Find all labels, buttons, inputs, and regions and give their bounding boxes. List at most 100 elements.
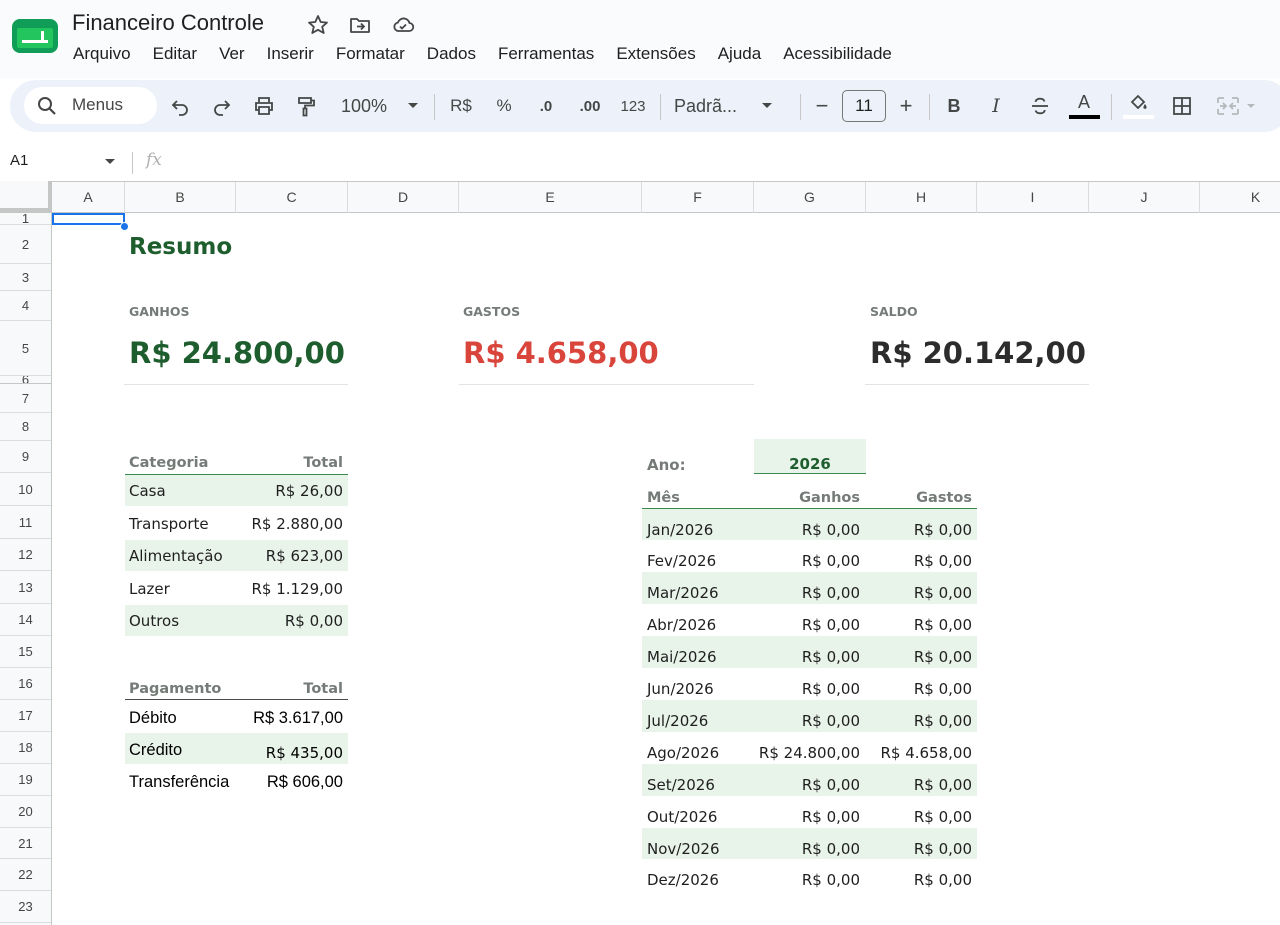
row-header-2[interactable]: 2 (0, 225, 51, 264)
mensal-ganhos: R$ 0,00 (801, 616, 860, 634)
row-header-20[interactable]: 20 (0, 796, 51, 828)
fill-color-icon (1130, 94, 1147, 110)
hidden-row-marker[interactable] (0, 376, 51, 384)
font-family-select[interactable]: Padrã... (674, 90, 784, 122)
undo-button[interactable] (168, 90, 192, 122)
move-to-folder-icon[interactable] (348, 13, 372, 37)
mensal-mes: Abr/2026 (647, 616, 717, 634)
row-header-12[interactable]: 12 (0, 539, 51, 571)
cloud-saved-icon[interactable] (391, 13, 415, 37)
row-header-4[interactable]: 4 (0, 291, 51, 321)
toolbar-divider (660, 94, 661, 120)
paint-format-button[interactable] (294, 90, 318, 122)
mensal-ganhos: R$ 0,00 (801, 871, 860, 889)
column-header-c[interactable]: C (236, 182, 348, 213)
kpi-gastos-label: GASTOS (463, 304, 521, 319)
row-header-8[interactable]: 8 (0, 413, 51, 441)
menu-ver[interactable]: Ver (208, 42, 256, 66)
sheets-logo-icon[interactable] (12, 19, 58, 53)
categoria-header-label: Categoria (129, 455, 209, 471)
mensal-mes: Out/2026 (647, 808, 718, 826)
row-header-7[interactable]: 7 (0, 384, 51, 413)
pagamento-total: R$ 3.617,00 (253, 709, 343, 727)
row-header-5[interactable]: 5 (0, 321, 51, 376)
categoria-name: Transporte (129, 515, 209, 533)
menu-inserir[interactable]: Inserir (256, 42, 325, 66)
increase-font-size-button[interactable]: + (896, 90, 916, 122)
zoom-select[interactable]: 100% (338, 90, 422, 122)
column-header-e[interactable]: E (459, 182, 642, 213)
menu-bar: Arquivo Editar Ver Inserir Formatar Dado… (62, 42, 903, 66)
redo-button[interactable] (210, 90, 234, 122)
menu-extensoes[interactable]: Extensões (605, 42, 706, 66)
ano-value[interactable]: 2026 (754, 455, 866, 473)
select-all-corner[interactable] (0, 181, 52, 212)
column-header-j[interactable]: J (1089, 182, 1200, 213)
column-header-g[interactable]: G (754, 182, 866, 213)
menu-ajuda[interactable]: Ajuda (707, 42, 772, 66)
increase-decimal-button[interactable]: .00 (575, 90, 605, 122)
row-header-14[interactable]: 14 (0, 604, 51, 636)
menu-arquivo[interactable]: Arquivo (62, 42, 142, 66)
mensal-gastos: R$ 0,00 (913, 648, 972, 666)
minus-label: − (815, 93, 829, 118)
text-color-button[interactable]: A (1068, 90, 1100, 122)
paint-format-icon (298, 97, 315, 117)
merge-cells-button[interactable] (1214, 90, 1258, 122)
row-header-18[interactable]: 18 (0, 732, 51, 764)
menus-search-box[interactable]: Menus (24, 87, 157, 124)
row-header-13[interactable]: 13 (0, 571, 51, 604)
italic-button[interactable]: I (986, 90, 1006, 122)
row-header-22[interactable]: 22 (0, 859, 51, 891)
selected-cell-a1[interactable] (52, 213, 125, 225)
strikethrough-button[interactable] (1028, 90, 1052, 122)
decrease-decimal-button[interactable]: .0 (532, 90, 560, 122)
column-header-d[interactable]: D (348, 182, 459, 213)
number-format-button[interactable]: 123 (618, 90, 648, 122)
percent-format-button[interactable]: % (494, 90, 514, 122)
menu-acessibilidade[interactable]: Acessibilidade (772, 42, 903, 66)
font-size-input[interactable]: 11 (842, 90, 886, 122)
row-header-21[interactable]: 21 (0, 828, 51, 859)
column-header-i[interactable]: I (977, 182, 1089, 213)
row-header-16[interactable]: 16 (0, 668, 51, 700)
column-header-a[interactable]: A (52, 182, 125, 213)
chevron-down-icon (762, 103, 773, 108)
categoria-header-total: Total (303, 455, 343, 471)
row-header-9[interactable]: 9 (0, 441, 51, 473)
row-header-11[interactable]: 11 (0, 506, 51, 539)
row-header-19[interactable]: 19 (0, 764, 51, 796)
fill-handle[interactable] (120, 222, 129, 231)
row-header-17[interactable]: 17 (0, 700, 51, 732)
column-header-k[interactable]: K (1200, 182, 1280, 213)
column-header-f[interactable]: F (642, 182, 754, 213)
row-header-23[interactable]: 23 (0, 891, 51, 923)
bold-button[interactable]: B (944, 90, 964, 122)
mensal-ganhos: R$ 0,00 (801, 840, 860, 858)
formula-bar: A1 fx (0, 142, 1280, 180)
fill-color-button[interactable] (1122, 90, 1154, 122)
currency-format-button[interactable]: R$ (448, 90, 474, 122)
row-header-15[interactable]: 15 (0, 636, 51, 668)
menu-formatar[interactable]: Formatar (325, 42, 416, 66)
chevron-down-icon[interactable] (104, 158, 116, 165)
name-box[interactable]: A1 (10, 152, 28, 169)
decrease-decimal-label: .0 (539, 97, 553, 115)
row-header-10[interactable]: 10 (0, 473, 51, 506)
column-header-h[interactable]: H (866, 182, 977, 213)
menu-ferramentas[interactable]: Ferramentas (487, 42, 605, 66)
kpi-underline (865, 384, 1089, 385)
decrease-font-size-button[interactable]: − (812, 90, 832, 122)
print-button[interactable] (252, 90, 276, 122)
mensal-gastos: R$ 0,00 (913, 680, 972, 698)
borders-button[interactable] (1170, 90, 1194, 122)
toolbar: Menus 100% R$ % .0 .00 123 Padrã... − 11… (10, 80, 1280, 132)
menu-dados[interactable]: Dados (416, 42, 487, 66)
star-icon[interactable] (306, 13, 330, 37)
document-title[interactable]: Financeiro Controle (72, 10, 264, 36)
mensal-mes: Mai/2026 (647, 648, 717, 666)
row-header-3[interactable]: 3 (0, 264, 51, 291)
menu-editar[interactable]: Editar (142, 42, 208, 66)
column-header-b[interactable]: B (125, 182, 236, 213)
row-header-1[interactable]: 1 (0, 213, 51, 225)
